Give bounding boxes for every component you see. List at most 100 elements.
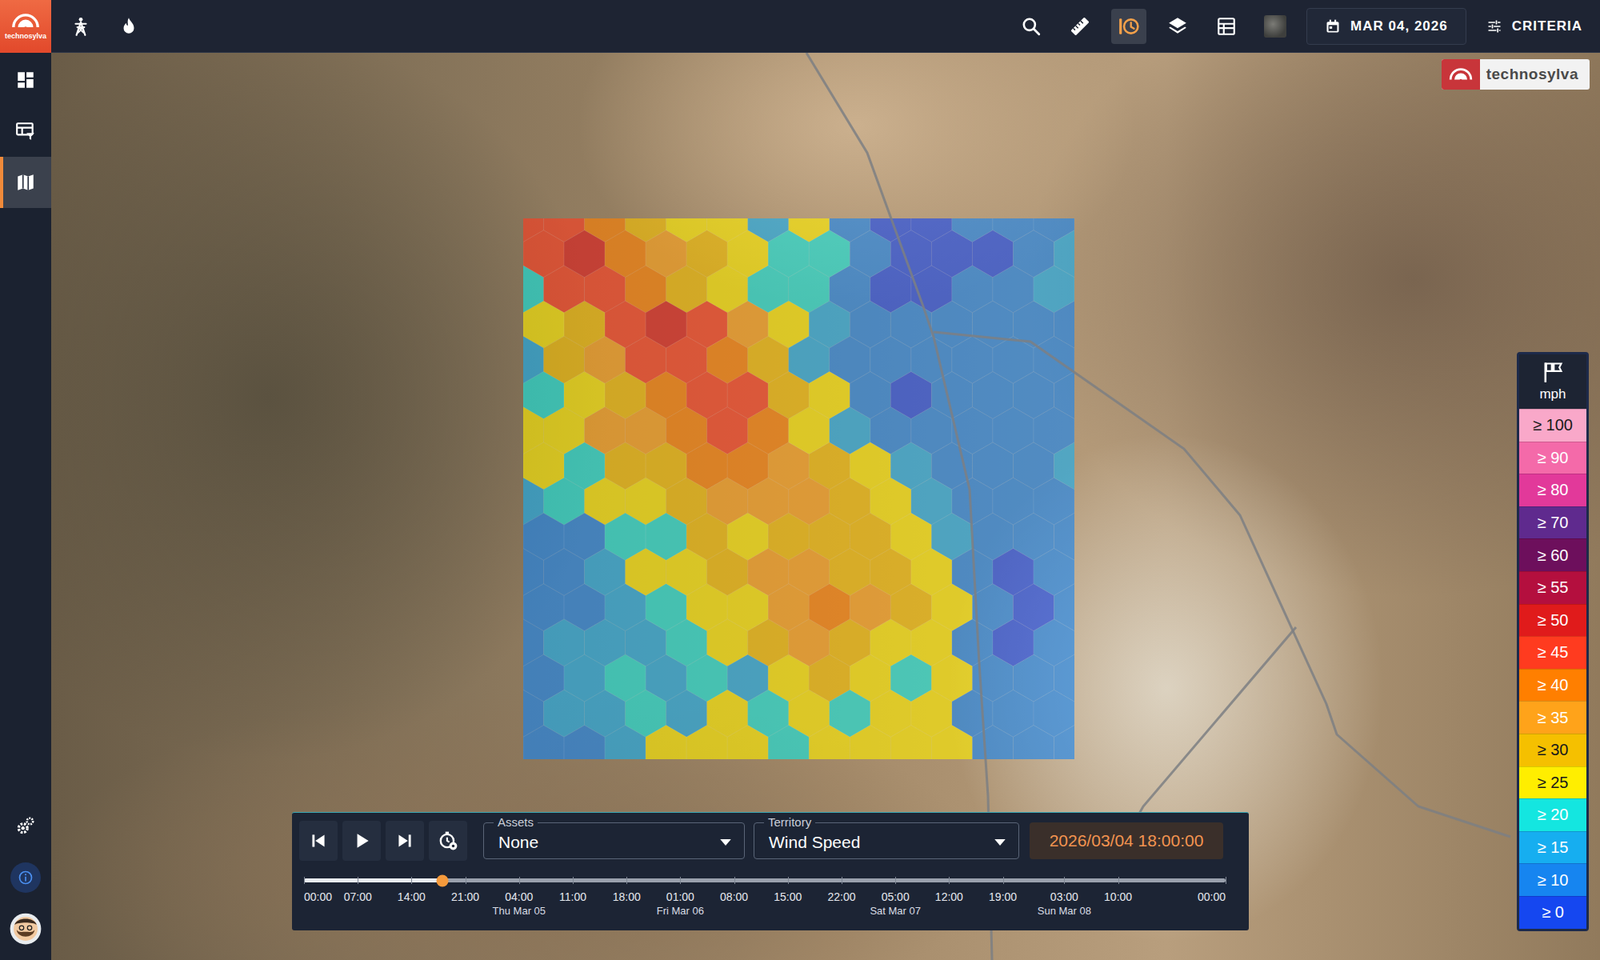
- hex-cell: [972, 725, 1013, 760]
- tick-label: 01:00 Fri Mar 06: [656, 890, 704, 917]
- speed-button[interactable]: [428, 820, 468, 861]
- tick-mark: [734, 876, 736, 884]
- tick-label: 19:00: [988, 890, 1017, 904]
- info-badge: [10, 862, 41, 893]
- user-avatar[interactable]: [0, 905, 52, 952]
- tick-label: 00:00: [1197, 890, 1226, 904]
- first-button[interactable]: [299, 820, 338, 861]
- territory-value: Wind Speed: [768, 832, 860, 852]
- table-tool[interactable]: [1208, 8, 1244, 44]
- tick-day: Thu Mar 05: [492, 904, 546, 917]
- tick-label: 05:00 Sat Mar 07: [869, 890, 921, 917]
- assets-select[interactable]: Assets None: [483, 822, 745, 860]
- tick-day: Sat Mar 07: [869, 904, 921, 917]
- tick-label: 12:00: [935, 890, 964, 904]
- legend-bin: ≥ 40: [1519, 668, 1587, 702]
- tick-labels: 00:00 07:00 14:00 21:00 04:00 Thu Mar 05…: [304, 890, 1226, 921]
- hex-cell: [523, 725, 564, 760]
- map[interactable]: technosylva mph ≥ 100≥ 90≥ 80≥ 70≥ 60≥ 5…: [51, 52, 1600, 960]
- ruler-icon: [1069, 16, 1091, 37]
- dashboard-icon: [15, 69, 36, 91]
- tick-mark: [519, 876, 520, 884]
- date-label: MAR 04, 2026: [1350, 18, 1448, 35]
- hex-cell: [686, 725, 728, 760]
- criteria-button[interactable]: CRITERIA: [1480, 8, 1586, 45]
- tick-label: 14:00: [397, 890, 426, 904]
- tick-mark: [465, 876, 467, 884]
- skip-forward-icon: [394, 830, 416, 852]
- tick-time: 00:00: [304, 890, 332, 904]
- hex-cell: [849, 725, 891, 760]
- legend-bin: ≥ 10: [1519, 863, 1587, 896]
- app: technosylva MAR 04, 2026 CRITERIA techno…: [0, 0, 1600, 960]
- play-button[interactable]: [342, 820, 381, 861]
- tick-time: 21:00: [451, 890, 480, 904]
- legend-bin: ≥ 35: [1519, 700, 1587, 734]
- measure-tool[interactable]: [1062, 8, 1098, 44]
- slider-track: [304, 878, 1226, 883]
- hex-grid: [523, 218, 1075, 760]
- fire-icon: [118, 16, 140, 37]
- sidebar-item[interactable]: [0, 54, 52, 106]
- settings-button[interactable]: [0, 803, 52, 850]
- fire-tool[interactable]: [111, 8, 147, 44]
- criteria-label: CRITERIA: [1512, 18, 1583, 35]
- sidebar-item[interactable]: [0, 156, 52, 208]
- hex-cell: [890, 725, 932, 760]
- tick-time: 22:00: [827, 890, 856, 904]
- watermark: technosylva: [1441, 59, 1590, 90]
- imagery-tool[interactable]: [1257, 8, 1293, 44]
- dropdown-caret-icon: [994, 839, 1006, 847]
- territory-label: Territory: [764, 815, 816, 830]
- playback-controls: [299, 820, 468, 861]
- sidebar-bottom: [0, 803, 52, 952]
- legend-unit: mph: [1539, 386, 1566, 403]
- hex-cell: [1012, 725, 1054, 760]
- timeline-controls: Assets None Territory Wind Speed 2026/03…: [299, 820, 1231, 861]
- tick-time: 12:00: [935, 890, 964, 904]
- tick-label: 04:00 Thu Mar 05: [492, 890, 546, 917]
- layers-tool[interactable]: [1160, 8, 1196, 44]
- avatar-icon: [9, 912, 42, 945]
- assets-tool[interactable]: [63, 8, 99, 44]
- territory-select[interactable]: Territory Wind Speed: [753, 822, 1020, 860]
- slider-thumb[interactable]: [436, 874, 448, 887]
- time-slider[interactable]: 00:00 07:00 14:00 21:00 04:00 Thu Mar 05…: [299, 878, 1231, 921]
- tick-label: 00:00: [304, 890, 332, 904]
- power-tower-icon: [70, 16, 92, 37]
- date-button[interactable]: MAR 04, 2026: [1306, 8, 1467, 45]
- logo-icon: [10, 12, 41, 31]
- search-tool[interactable]: [1013, 8, 1049, 44]
- hex-cell: [604, 725, 646, 760]
- tick-time: 08:00: [720, 890, 748, 904]
- tick-label: 10:00: [1104, 890, 1132, 904]
- last-button[interactable]: [385, 820, 424, 861]
- top-bar: technosylva MAR 04, 2026 CRITERIA: [0, 0, 1600, 53]
- legend: mph ≥ 100≥ 90≥ 80≥ 70≥ 60≥ 55≥ 50≥ 45≥ 4…: [1516, 352, 1589, 932]
- dropdown-caret-icon: [720, 839, 732, 847]
- tick-mark: [788, 876, 789, 884]
- table-filter-icon: [15, 120, 36, 142]
- search-icon: [1020, 16, 1042, 37]
- legend-bin: ≥ 60: [1519, 538, 1587, 572]
- legend-bin: ≥ 70: [1519, 506, 1587, 540]
- map-icon: [15, 172, 36, 193]
- sidebar-item[interactable]: [0, 105, 52, 157]
- slider-fill: [304, 878, 443, 883]
- power-line: [933, 332, 1511, 837]
- hex-cell: [727, 725, 768, 760]
- tick-time: 04:00: [504, 890, 533, 904]
- hex-cell: [1053, 725, 1075, 760]
- tick-time: 14:00: [397, 890, 426, 904]
- info-button[interactable]: [0, 854, 52, 901]
- legend-bin: ≥ 0: [1519, 896, 1587, 929]
- calendar-icon: [1324, 18, 1341, 35]
- windsock-icon: [1541, 360, 1564, 384]
- legend-header: mph: [1519, 354, 1587, 409]
- logo[interactable]: technosylva: [0, 0, 52, 53]
- history-tool[interactable]: [1111, 8, 1147, 44]
- tick-mark: [626, 876, 628, 884]
- tick-day: Fri Mar 06: [656, 904, 704, 917]
- watermark-logo: [1441, 59, 1480, 90]
- skip-back-icon: [308, 830, 329, 852]
